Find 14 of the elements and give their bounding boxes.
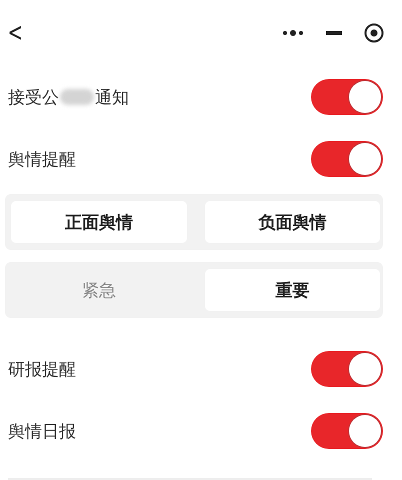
back-button[interactable]: < bbox=[8, 20, 24, 46]
setting-label: 通知 bbox=[95, 86, 129, 108]
segment-option[interactable]: 正面舆情 bbox=[11, 201, 186, 243]
more-icon[interactable] bbox=[282, 29, 304, 37]
setting-label: 舆情日报 bbox=[8, 420, 76, 442]
segment-option[interactable]: 负面舆情 bbox=[204, 201, 380, 243]
toggle-switch[interactable] bbox=[311, 141, 383, 177]
toggle-switch[interactable] bbox=[311, 79, 383, 115]
setting-label: 舆情提醒 bbox=[8, 148, 76, 170]
toggle-switch[interactable] bbox=[311, 351, 383, 387]
toggle-switch[interactable] bbox=[311, 413, 383, 449]
setting-label: 研报提醒 bbox=[8, 358, 76, 380]
segment-option[interactable]: 重要 bbox=[204, 269, 380, 311]
setting-label: 接受公 bbox=[8, 86, 59, 108]
